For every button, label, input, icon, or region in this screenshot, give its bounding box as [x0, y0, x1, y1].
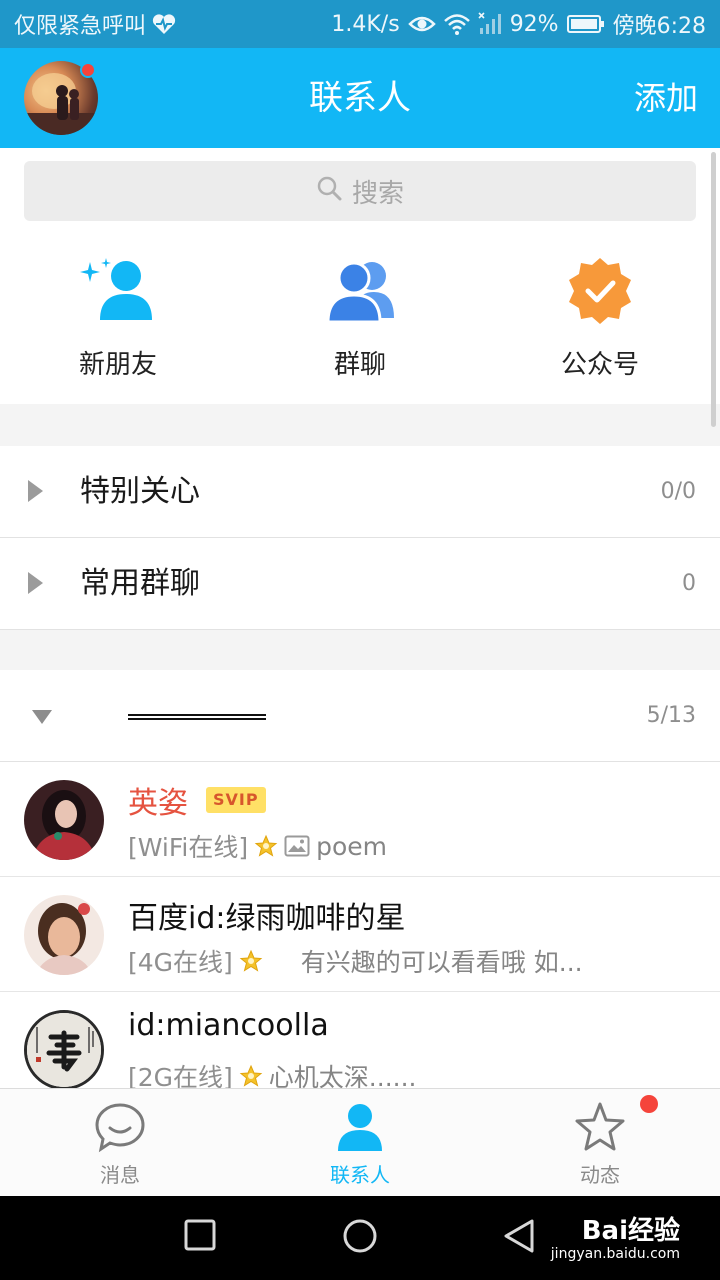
group-count: 5/13 — [646, 703, 696, 728]
new-friend-icon — [80, 258, 152, 320]
contacts-screen: 仅限紧急呼叫 1.4K/s 92% 傍晚6:28 联系人 添加 搜索 新朋友 群… — [0, 0, 720, 1280]
search-placeholder: 搜索 — [351, 178, 404, 209]
back-triangle-icon — [504, 1219, 534, 1253]
group-friends[interactable]: 5/13 — [0, 670, 720, 762]
clock: 傍晚6:28 — [612, 14, 706, 39]
expand-arrow-icon — [28, 572, 43, 594]
page-title: 联系人 — [309, 78, 411, 118]
search-icon — [316, 175, 342, 208]
system-nav-bar: Bai经验 jingyan.baidu.com — [0, 1196, 720, 1280]
message-icon — [95, 1103, 145, 1153]
svip-badge: SVIP — [206, 787, 266, 813]
status-bar: 仅限紧急呼叫 1.4K/s 92% 傍晚6:28 — [0, 0, 720, 48]
contacts-icon — [338, 1104, 382, 1151]
eye-icon — [407, 14, 436, 34]
star-icon — [575, 1102, 625, 1151]
new-friends-label: 新朋友 — [78, 350, 157, 380]
star-icon — [239, 949, 263, 972]
tab-contacts[interactable]: 联系人 — [280, 1101, 440, 1188]
contact-status: [WiFi在线] poem — [128, 828, 387, 864]
group-count: 0/0 — [660, 479, 696, 504]
group-chat-label: 群聊 — [333, 350, 386, 380]
image-icon — [284, 835, 310, 857]
expand-arrow-icon — [28, 480, 43, 502]
tab-label: 动态 — [580, 1163, 620, 1187]
contact-row[interactable]: 百度id:绿雨咖啡的星 [4G在线] 有兴趣的可以看看哦 如... — [0, 877, 720, 992]
official-accounts-button[interactable]: 公众号 — [510, 256, 690, 381]
tab-moments[interactable]: 动态 — [520, 1095, 680, 1188]
unread-dot — [640, 1095, 658, 1113]
tab-label: 消息 — [100, 1163, 140, 1187]
group-chat-icon — [326, 261, 394, 324]
tab-messages[interactable]: 消息 — [40, 1101, 200, 1188]
contact-name-text: 百度id:绿雨咖啡的星 — [128, 901, 406, 936]
official-account-icon — [569, 258, 631, 324]
add-button[interactable]: 添加 — [634, 48, 698, 148]
contact-row[interactable]: 英姿 SVIP [WiFi在线] poem — [0, 762, 720, 877]
contact-avatar — [24, 780, 104, 860]
contact-status: [4G在线] 有兴趣的可以看看哦 如... — [128, 943, 583, 979]
group-name-lines — [128, 714, 266, 720]
star-icon — [254, 834, 278, 857]
contact-name: 百度id:绿雨咖啡的星 — [128, 893, 406, 937]
contact-avatar — [24, 895, 104, 975]
watermark-url: jingyan.baidu.com — [550, 1246, 680, 1262]
network-speed: 1.4K/s — [331, 11, 400, 37]
watermark-brand: Bai经验 — [581, 1216, 680, 1246]
home-button[interactable] — [342, 1218, 378, 1258]
group-name: 特别关心 — [80, 474, 200, 509]
heart-rate-icon — [152, 13, 176, 35]
contact-name-text: 英姿 — [128, 786, 188, 821]
carrier-text: 仅限紧急呼叫 — [14, 14, 147, 39]
online-status: [WiFi在线] — [128, 833, 249, 862]
battery-percent: 92% — [509, 11, 559, 37]
group-chat-button[interactable]: 群聊 — [270, 256, 450, 381]
contact-avatar — [24, 1010, 104, 1090]
square-icon — [184, 1219, 216, 1251]
group-name: 常用群聊 — [80, 566, 200, 601]
wifi-icon — [443, 13, 470, 35]
contact-name: id:miancoolla — [128, 1008, 329, 1043]
last-message: poem — [316, 831, 388, 861]
bottom-tab-bar: 消息 联系人 动态 — [0, 1088, 720, 1196]
tab-label: 联系人 — [330, 1163, 390, 1187]
quick-actions-panel: 搜索 新朋友 群聊 公众号 — [0, 148, 720, 404]
contact-name: 英姿 SVIP — [128, 778, 266, 822]
recents-button[interactable] — [184, 1218, 216, 1256]
scrollbar[interactable] — [711, 152, 716, 427]
star-icon — [239, 1064, 263, 1087]
group-frequent-chats[interactable]: 常用群聊 0 — [0, 538, 720, 630]
circle-icon — [343, 1219, 377, 1253]
official-accounts-label: 公众号 — [560, 350, 639, 380]
app-header: 联系人 添加 — [0, 48, 720, 148]
collapse-arrow-icon — [32, 710, 52, 724]
battery-icon — [566, 14, 605, 34]
group-count: 0 — [682, 571, 696, 596]
new-friends-button[interactable]: 新朋友 — [28, 256, 208, 381]
search-bar[interactable]: 搜索 — [24, 161, 696, 221]
signal-icon — [478, 12, 502, 36]
group-special-care[interactable]: 特别关心 0/0 — [0, 446, 720, 538]
last-message: 有兴趣的可以看看哦 如... — [300, 948, 583, 977]
online-status: [4G在线] — [128, 948, 233, 977]
back-button[interactable] — [502, 1218, 536, 1258]
contact-name-text: id:miancoolla — [128, 1008, 329, 1043]
